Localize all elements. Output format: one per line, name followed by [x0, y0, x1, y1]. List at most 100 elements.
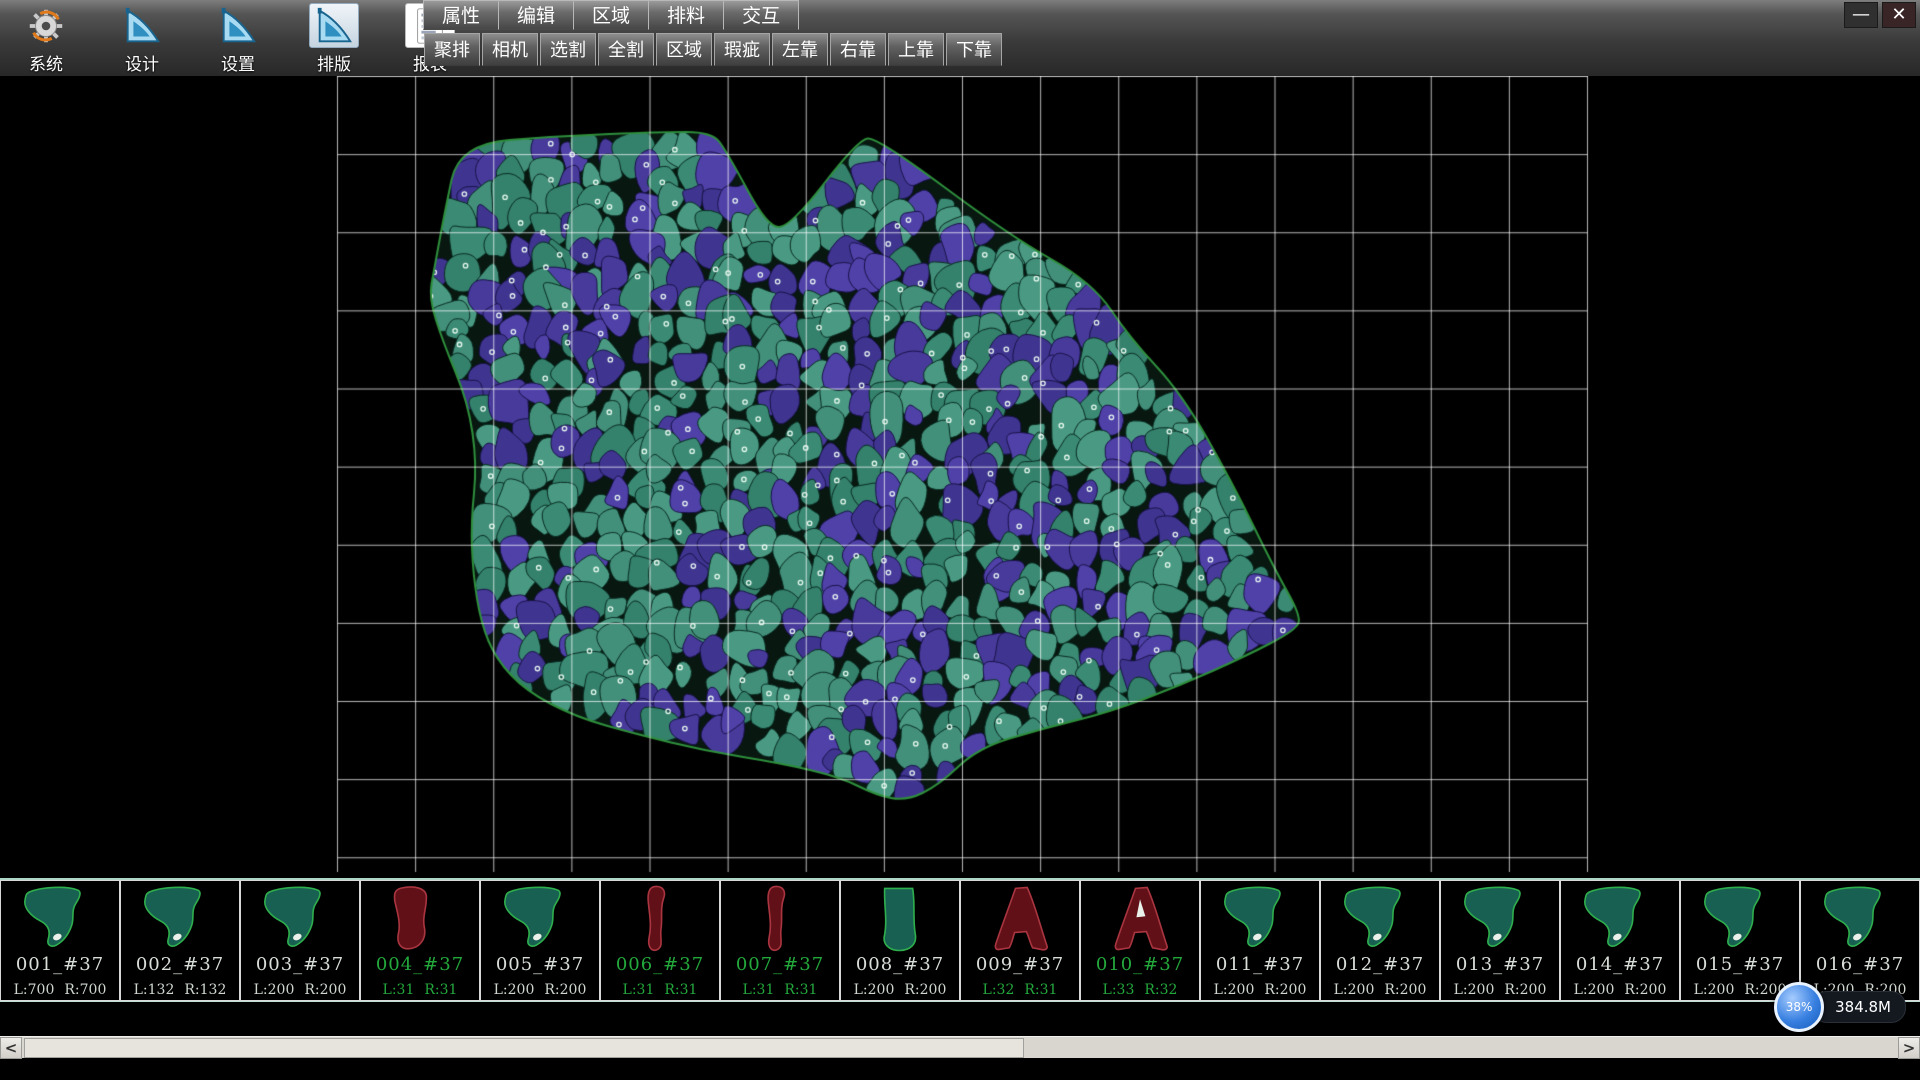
- piece-id: 005_#37: [496, 955, 584, 975]
- piece-thumbnail[interactable]: 005_#37 L:200R:200: [480, 880, 600, 1001]
- piece-id: 015_#37: [1696, 955, 1784, 975]
- tool-region[interactable]: 区域: [656, 33, 712, 66]
- memory-usage: 384.8M: [1812, 991, 1906, 1023]
- piece-id: 002_#37: [136, 955, 224, 975]
- tool-align-top[interactable]: 上靠: [888, 33, 944, 66]
- menu-nesting[interactable]: 排料: [648, 0, 724, 30]
- tool-cluster-nest[interactable]: 聚排: [424, 33, 480, 66]
- piece-id: 013_#37: [1456, 955, 1544, 975]
- piece-shape: [1084, 883, 1196, 955]
- piece-thumbnail[interactable]: 011_#37 L:200R:200: [1200, 880, 1320, 1001]
- piece-shape: [604, 883, 716, 955]
- piece-lr-counts: L:33R:32: [1098, 981, 1183, 999]
- piece-id: 001_#37: [16, 955, 104, 975]
- piece-thumbnail[interactable]: 010_#37 L:33R:32: [1080, 880, 1200, 1001]
- menu-properties[interactable]: 属性: [423, 0, 499, 30]
- piece-id: 012_#37: [1336, 955, 1424, 975]
- menu-edit[interactable]: 编辑: [498, 0, 574, 30]
- piece-lr-counts: L:31R:31: [378, 981, 463, 999]
- piece-lr-counts: L:132R:132: [129, 981, 232, 999]
- scroll-thumb[interactable]: [24, 1038, 1024, 1058]
- tool-cut-all[interactable]: 全割: [598, 33, 654, 66]
- piece-thumbnail[interactable]: 003_#37 L:200R:200: [240, 880, 360, 1001]
- piece-thumbnail[interactable]: 006_#37 L:31R:31: [600, 880, 720, 1001]
- piece-id: 011_#37: [1216, 955, 1304, 975]
- piece-thumbnail[interactable]: 008_#37 L:200R:200: [840, 880, 960, 1001]
- piece-id: 004_#37: [376, 955, 464, 975]
- piece-id: 007_#37: [736, 955, 824, 975]
- piece-id: 014_#37: [1576, 955, 1664, 975]
- horizontal-scrollbar[interactable]: < >: [0, 1036, 1920, 1058]
- app-label: 排版: [317, 50, 351, 75]
- app-settings[interactable]: 设置: [198, 1, 278, 75]
- piece-shape: [844, 883, 956, 955]
- gear-icon: [22, 3, 70, 48]
- minimize-button[interactable]: —: [1844, 2, 1878, 28]
- app-label: 设置: [221, 50, 255, 75]
- tool-align-left[interactable]: 左靠: [772, 33, 828, 66]
- piece-lr-counts: L:200R:200: [1449, 981, 1552, 999]
- piece-lr-counts: L:200R:200: [849, 981, 952, 999]
- piece-shape: [1564, 883, 1676, 955]
- piece-lr-counts: L:32R:31: [978, 981, 1063, 999]
- piece-thumbnail[interactable]: 002_#37 L:132R:132: [120, 880, 240, 1001]
- piece-thumbnail[interactable]: 012_#37 L:200R:200: [1320, 880, 1440, 1001]
- progress-value: 38%: [1786, 1000, 1813, 1014]
- piece-id: 003_#37: [256, 955, 344, 975]
- toolbar: 系统设计设置排版报表 属性编辑区域排料交互 聚排相机选割全割区域瑕疵左靠右靠上靠…: [0, 0, 1920, 77]
- piece-thumbnail[interactable]: 014_#37 L:200R:200: [1560, 880, 1680, 1001]
- progress-indicator: 38%: [1774, 982, 1824, 1032]
- piece-shape: [1684, 883, 1796, 955]
- tool-select-cut[interactable]: 选割: [540, 33, 596, 66]
- app-label: 设计: [125, 50, 159, 75]
- tool-defect[interactable]: 瑕疵: [714, 33, 770, 66]
- app-label: 系统: [29, 50, 63, 75]
- piece-shape: [964, 883, 1076, 955]
- app-layout[interactable]: 排版: [294, 1, 374, 75]
- app-design[interactable]: 设计: [102, 1, 182, 75]
- piece-thumbnail[interactable]: 007_#37 L:31R:31: [720, 880, 840, 1001]
- piece-id: 006_#37: [616, 955, 704, 975]
- nesting-canvas[interactable]: [0, 76, 1920, 878]
- piece-thumbnail[interactable]: 013_#37 L:200R:200: [1440, 880, 1560, 1001]
- piece-shape: [244, 883, 356, 955]
- design-icon: [118, 3, 166, 48]
- piece-thumbnail[interactable]: 004_#37 L:31R:31: [360, 880, 480, 1001]
- piece-shape: [724, 883, 836, 955]
- piece-thumbnail[interactable]: 001_#37 L:700R:700: [0, 880, 120, 1001]
- menu-row: 属性编辑区域排料交互: [424, 0, 799, 30]
- piece-lr-counts: L:200R:200: [1329, 981, 1432, 999]
- app-system[interactable]: 系统: [6, 1, 86, 75]
- piece-shape: [484, 883, 596, 955]
- piece-shape: [1324, 883, 1436, 955]
- piece-lr-counts: L:200R:200: [489, 981, 592, 999]
- settings-icon: [214, 3, 262, 48]
- piece-lr-counts: L:31R:31: [738, 981, 823, 999]
- menu-region[interactable]: 区域: [573, 0, 649, 30]
- piece-lr-counts: L:200R:200: [1209, 981, 1312, 999]
- piece-id: 010_#37: [1096, 955, 1184, 975]
- scroll-right-arrow[interactable]: >: [1898, 1037, 1920, 1059]
- menu-interaction[interactable]: 交互: [723, 0, 799, 30]
- piece-id: 008_#37: [856, 955, 944, 975]
- piece-lr-counts: L:200R:200: [249, 981, 352, 999]
- tool-align-right[interactable]: 右靠: [830, 33, 886, 66]
- tool-row: 聚排相机选割全割区域瑕疵左靠右靠上靠下靠: [424, 33, 1002, 66]
- piece-shape: [124, 883, 236, 955]
- app-mode-bar: 系统设计设置排版报表: [6, 1, 470, 75]
- piece-shape: [1804, 883, 1916, 955]
- piece-id: 016_#37: [1816, 955, 1904, 975]
- layout-icon: [309, 3, 359, 48]
- tool-align-bottom[interactable]: 下靠: [946, 33, 1002, 66]
- window-controls: — ✕: [1844, 2, 1916, 28]
- piece-lr-counts: L:31R:31: [618, 981, 703, 999]
- pieces-strip: 001_#37 L:700R:700 002_#37 L:132R:132 003_#3…: [0, 878, 1920, 1002]
- piece-thumbnail[interactable]: 009_#37 L:32R:31: [960, 880, 1080, 1001]
- piece-lr-counts: L:700R:700: [9, 981, 112, 999]
- status-overlay: 38% 384.8M: [1774, 982, 1906, 1032]
- close-button[interactable]: ✕: [1882, 2, 1916, 28]
- scroll-left-arrow[interactable]: <: [0, 1037, 22, 1059]
- tool-camera[interactable]: 相机: [482, 33, 538, 66]
- piece-id: 009_#37: [976, 955, 1064, 975]
- piece-lr-counts: L:200R:200: [1569, 981, 1672, 999]
